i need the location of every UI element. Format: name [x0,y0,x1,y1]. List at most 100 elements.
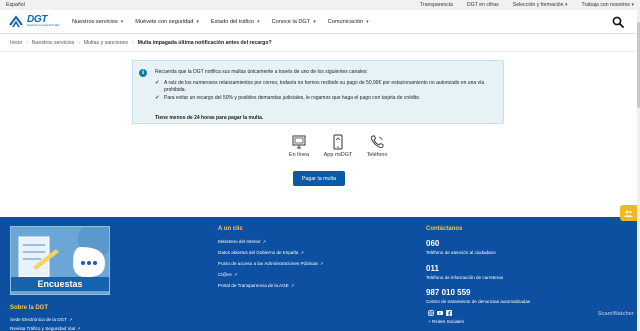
contact-number[interactable]: 011 [426,264,439,273]
footer-link-label: Revista Tráfico y Seguridad Vial [10,326,76,331]
link-dgt-en-cifras[interactable]: DGT en cifras [467,2,499,8]
contact-desc: Centro de tratamiento de denuncias autom… [426,299,531,304]
breadcrumb-separator-icon: › [78,39,80,46]
breadcrumb-separator-icon: › [26,39,28,46]
notice-item-text: A raíz de los numerosos relanzamientos p… [164,80,485,93]
notice-box: i Recuerda que la DGT notifica sus multa… [132,60,504,124]
top-utility-bar: Español Transparencia DGT en cifras Sele… [0,0,640,10]
nav-label: Estado del tráfico [210,18,255,25]
nav-label: Conoce la DGT [271,18,311,25]
link-trabaja-con-nosotros[interactable]: Trabaja con nosotros ▾ [581,2,634,8]
facebook-icon[interactable] [446,310,452,316]
breadcrumb-inicio[interactable]: Inicio [10,40,22,46]
utility-links: Transparencia DGT en cifras Selección y … [420,2,634,8]
channel-label: App miDGT [323,152,353,158]
nav-label: Comunicación [327,18,364,25]
breadcrumb-multas[interactable]: Multas y sanciones [84,40,128,46]
footer-sobre-heading: Sobre la DGT [10,305,49,311]
dgt-logo-text: DGT Dirección General de Tráfico [27,15,60,28]
footer-link-punto-acceso[interactable]: Punto de acceso a las Administraciones P… [218,261,323,266]
notice-list: ✔ A raíz de los numerosos relanzamientos… [155,80,495,104]
dgt-logo[interactable]: DGT Dirección General de Tráfico [8,15,60,29]
pay-fine-button[interactable]: Pagar la multa [293,171,345,186]
external-link-icon: ↗ [300,250,304,255]
external-link-icon: ↗ [262,239,267,244]
breadcrumb-separator-icon: › [131,39,134,46]
check-icon: ✔ [155,80,160,86]
channel-app-midgt[interactable]: App miDGT [322,134,354,164]
link-seleccion-formacion-label: Selección y formación [512,2,564,8]
footer-link-ministerio[interactable]: Ministerio del Interior ↗ [218,239,266,244]
language-label: Español [6,2,25,8]
dgt-logo-icon [9,14,23,27]
footer-link-datos-abiertos[interactable]: Datos abiertos del Gobierno de España ↗ [218,250,304,255]
watermark: ScamWatcher [597,311,634,317]
footer-link-label: Sede Electrónica de la DGT [10,317,67,322]
phone-icon [370,135,384,149]
list-item: ✔ Para evitar un recargo del 50% y posib… [155,95,495,102]
instagram-icon[interactable] [428,310,434,316]
main-content: i Recuerda que la DGT notifica sus multa… [0,52,640,192]
footer-clic-heading: A un clic [218,226,243,232]
channel-en-linea[interactable]: En línea [283,134,315,164]
main-nav: Nuestros servicios ▾ Muévete con segurida… [66,19,375,25]
check-icon: ✔ [155,95,160,101]
chevron-down-icon: ▾ [257,18,260,25]
youtube-icon[interactable] [437,310,443,316]
chevron-down-icon: ▾ [564,2,568,8]
footer-link-clave[interactable]: Cl@ve ↗ [218,272,237,277]
nav-conoce-dgt[interactable]: Conoce la DGT ▾ [266,19,322,25]
link-trabaja-label: Trabaja con nosotros [581,2,631,8]
breadcrumb-nuestros-servicios[interactable]: Nuestros servicios [32,40,74,46]
search-icon[interactable] [612,16,624,28]
notice-deadline: Tiene menos de 24 horas para pagar la mu… [155,115,264,121]
chevron-down-icon: ▾ [313,18,316,25]
survey-label: Encuestas [11,277,109,291]
nav-muevete-seguridad[interactable]: Muévete con seguridad ▾ [129,19,205,25]
notice-intro: Recuerda que la DGT notifica sus multas … [155,69,368,75]
plus-icon: + [428,319,431,324]
link-seleccion-formacion[interactable]: Selección y formación ▾ [513,2,568,8]
channel-telefono[interactable]: Teléfono [361,134,393,164]
footer-link-transparencia-age[interactable]: Portal de Transparencia de la AGE ↗ [218,283,294,288]
external-link-icon: ↗ [319,261,324,266]
contact-number[interactable]: 060 [426,239,439,248]
breadcrumb-current: Multa impagada última notificación antes… [137,39,272,46]
contact-desc: Teléfono de información de carreteras [426,275,504,280]
footer-link-label: Datos abiertos del Gobierno de España [218,250,299,255]
footer-contact-heading: Contáctanos [426,226,463,232]
nav-comunicacion[interactable]: Comunicación ▾ [322,19,375,25]
link-transparencia[interactable]: Transparencia [420,2,453,8]
nav-estado-trafico[interactable]: Estado del tráfico ▾ [205,19,266,25]
chevron-down-icon: ▾ [196,18,199,25]
social-networks-link[interactable]: + Redes Sociales [428,319,464,324]
social-label: Redes Sociales [431,319,464,324]
contact-desc: Teléfono de atención al ciudadano [426,250,496,255]
chevron-down-icon: ▾ [366,18,369,25]
footer-link-label: Punto de acceso a las Administraciones P… [218,261,318,266]
nav-label: Muévete con seguridad [135,18,194,25]
language-selector[interactable]: Español [6,2,25,8]
logo-subtitle: Dirección General de Tráfico [27,24,60,28]
nav-nuestros-servicios[interactable]: Nuestros servicios ▾ [66,19,129,25]
channels: En línea App miDGT Teléfono [283,134,393,164]
external-link-icon: ↗ [68,317,73,322]
notice-item-text: Para evitar un recargo del 50% y posible… [164,95,421,101]
nav-label: Nuestros servicios [72,18,118,25]
chevron-down-icon: ▾ [120,18,124,25]
channel-label: Teléfono [366,152,388,158]
footer-link-sede[interactable]: Sede Electrónica de la DGT ↗ [10,317,72,322]
computer-icon [292,135,306,149]
contact-number[interactable]: 987 010 559 [426,288,471,297]
external-link-icon: ↗ [77,326,81,331]
site-footer: Encuestas Sobre la DGT Sede Electrónica … [0,217,640,331]
external-link-icon: ↗ [233,272,238,277]
mobile-app-icon [333,134,343,150]
feedback-button[interactable] [620,205,637,221]
info-icon: i [139,69,147,77]
channel-label: En línea [288,152,310,158]
footer-link-label: Portal de Transparencia de la AGE [218,283,289,288]
external-link-icon: ↗ [290,283,295,288]
footer-link-revista[interactable]: Revista Tráfico y Seguridad Vial ↗ [10,326,81,331]
survey-banner[interactable]: Encuestas [10,226,110,295]
